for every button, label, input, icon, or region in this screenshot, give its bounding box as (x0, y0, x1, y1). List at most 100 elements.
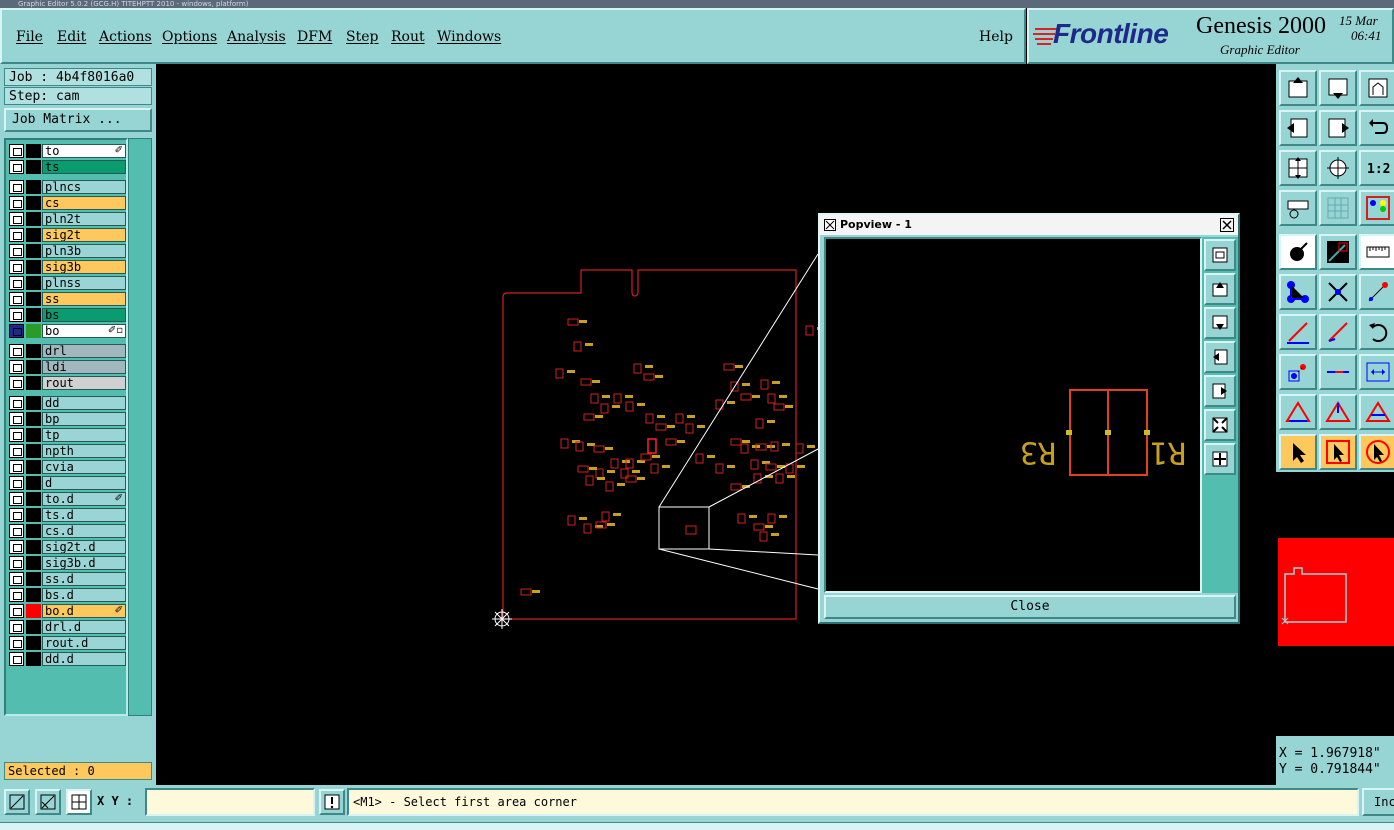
layer-row-d[interactable]: d (9, 476, 126, 490)
layer-display-toggle[interactable] (26, 524, 41, 538)
layer-row-bo-d[interactable]: bo.d ✐ (9, 604, 126, 618)
layer-name[interactable]: d (42, 476, 126, 490)
layer-row-sig3b-d[interactable]: sig3b.d (9, 556, 126, 570)
pad-select-button[interactable] (1279, 354, 1317, 390)
layer-name[interactable]: sig2t (42, 228, 126, 242)
window-menu-icon[interactable] (824, 219, 836, 231)
layer-row-sig2t-d[interactable]: sig2t.d (9, 540, 126, 554)
xy-input[interactable] (145, 788, 315, 816)
line-draw-button[interactable] (1359, 274, 1394, 310)
layer-display-toggle[interactable] (26, 244, 41, 258)
layer-affected-checkbox[interactable] (9, 324, 24, 338)
layer-row-bo[interactable]: bo ✐▫ (9, 324, 126, 338)
popview-close-button[interactable]: Close (824, 595, 1236, 619)
layer-name[interactable]: dd (42, 396, 126, 410)
layers-color-button[interactable] (1359, 190, 1394, 226)
layer-affected-checkbox[interactable] (9, 588, 24, 602)
layer-name[interactable]: npth (42, 444, 126, 458)
layer-affected-checkbox[interactable] (9, 492, 24, 506)
layer-row-npth[interactable]: npth (9, 444, 126, 458)
undo-zoom-button[interactable] (1359, 110, 1394, 146)
pop-pan-down-button[interactable] (1204, 307, 1236, 339)
tri-up-button[interactable] (1319, 394, 1357, 430)
layer-row-tp[interactable]: tp (9, 428, 126, 442)
pointer-circle-button[interactable] (1359, 434, 1394, 470)
layer-list-scrollbar[interactable] (128, 138, 152, 716)
layer-affected-checkbox[interactable] (9, 212, 24, 226)
layer-display-toggle[interactable] (26, 276, 41, 290)
pan-right-button[interactable] (1319, 110, 1357, 146)
layer-affected-checkbox[interactable] (9, 196, 24, 210)
layer-affected-checkbox[interactable] (9, 572, 24, 586)
layer-name[interactable]: ss (42, 292, 126, 306)
select-button[interactable] (1279, 234, 1317, 270)
layer-name[interactable]: drl.d (42, 620, 126, 634)
snap-settings-button[interactable] (1279, 190, 1317, 226)
layer-affected-checkbox[interactable] (9, 292, 24, 306)
menu-analysis[interactable]: Analysis (227, 29, 286, 45)
layer-name[interactable]: to.d ✐ (42, 492, 126, 506)
menu-step[interactable]: Step (346, 29, 378, 45)
layer-display-toggle[interactable] (26, 652, 41, 666)
layer-display-toggle[interactable] (26, 412, 41, 426)
layer-row-to[interactable]: to ✐ (9, 144, 126, 158)
layer-name[interactable]: bs.d (42, 588, 126, 602)
layer-name[interactable]: to ✐ (42, 144, 126, 158)
menu-rout[interactable]: Rout (391, 29, 425, 45)
layer-name[interactable]: rout.d (42, 636, 126, 650)
menu-options[interactable]: Options (162, 29, 217, 45)
layer-display-toggle[interactable] (26, 180, 41, 194)
grid-button[interactable] (1319, 190, 1357, 226)
layer-name[interactable]: cs.d (42, 524, 126, 538)
layer-name[interactable]: sig2t.d (42, 540, 126, 554)
layer-name[interactable]: bs (42, 308, 126, 322)
layer-affected-checkbox[interactable] (9, 308, 24, 322)
layer-row-plncs[interactable]: plncs (9, 180, 126, 194)
layer-name[interactable]: rout (42, 376, 126, 390)
move-cross-button[interactable] (1319, 274, 1357, 310)
menu-file[interactable]: File (16, 29, 43, 45)
layer-row-cvia[interactable]: cvia (9, 460, 126, 474)
layer-name[interactable]: bo.d ✐ (42, 604, 126, 618)
layer-display-toggle[interactable] (26, 344, 41, 358)
layer-name[interactable]: dd.d (42, 652, 126, 666)
alert-button[interactable] (319, 789, 345, 815)
layer-affected-checkbox[interactable] (9, 376, 24, 390)
layer-name[interactable]: plnss (42, 276, 126, 290)
pan-left-button[interactable] (1279, 110, 1317, 146)
inc-button[interactable]: Inc (1362, 788, 1394, 816)
layer-row-dd[interactable]: dd (9, 396, 126, 410)
layer-name[interactable]: drl (42, 344, 126, 358)
line-blue-button[interactable] (1319, 314, 1357, 350)
dash-line-button[interactable] (1319, 354, 1357, 390)
layer-name[interactable]: sig3b (42, 260, 126, 274)
layer-display-toggle[interactable] (26, 160, 41, 174)
layer-display-toggle[interactable] (26, 308, 41, 322)
layer-name[interactable]: bp (42, 412, 126, 426)
menu-edit[interactable]: Edit (57, 29, 86, 45)
pop-pan-left-button[interactable] (1204, 341, 1236, 373)
layer-row-ldi[interactable]: ldi (9, 360, 126, 374)
zoom-home-up-button[interactable] (1279, 70, 1317, 106)
layer-row-ts-d[interactable]: ts.d (9, 508, 126, 522)
distance-button[interactable] (1359, 354, 1394, 390)
line-red-button[interactable] (1279, 314, 1317, 350)
zoom-one-to-two-button[interactable]: 1:2 (1359, 150, 1394, 186)
layer-display-toggle[interactable] (26, 144, 41, 158)
layer-affected-checkbox[interactable] (9, 508, 24, 522)
layer-row-dd-d[interactable]: dd.d (9, 652, 126, 666)
layer-row-bs[interactable]: bs (9, 308, 126, 322)
layer-affected-checkbox[interactable] (9, 524, 24, 538)
layer-name[interactable]: pln3b (42, 244, 126, 258)
layer-name[interactable]: pln2t (42, 212, 126, 226)
layer-affected-checkbox[interactable] (9, 540, 24, 554)
layer-display-toggle[interactable] (26, 492, 41, 506)
zoom-fit-button[interactable] (1279, 150, 1317, 186)
layer-display-toggle[interactable] (26, 444, 41, 458)
layer-display-toggle[interactable] (26, 508, 41, 522)
layer-display-toggle[interactable] (26, 636, 41, 650)
layer-display-toggle[interactable] (26, 260, 41, 274)
job-matrix-button[interactable]: Job Matrix ... (4, 108, 152, 132)
layer-row-ss[interactable]: ss (9, 292, 126, 306)
layer-display-toggle[interactable] (26, 620, 41, 634)
